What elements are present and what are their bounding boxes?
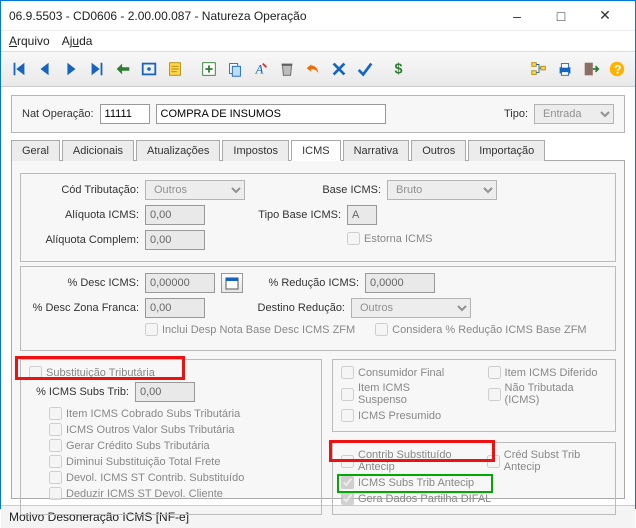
subs-item-checkbox bbox=[49, 423, 62, 436]
natop-code-input[interactable] bbox=[100, 104, 150, 124]
calendar-icon[interactable] bbox=[221, 273, 243, 293]
destred-select: Outros bbox=[351, 298, 471, 318]
presumido-checkbox bbox=[341, 409, 354, 422]
cancel-icon[interactable] bbox=[327, 57, 351, 81]
pctzf-input bbox=[145, 298, 205, 318]
baseicms-select: Bruto bbox=[387, 180, 497, 200]
help-icon[interactable]: ? bbox=[605, 57, 629, 81]
subs-item-checkbox bbox=[49, 439, 62, 452]
tab-icms[interactable]: ICMS bbox=[291, 140, 341, 161]
aliqcompl-input bbox=[145, 230, 205, 250]
tab-impostos[interactable]: Impostos bbox=[222, 140, 289, 161]
pctsubs-input bbox=[135, 382, 195, 402]
subsantecip-checkbox bbox=[341, 476, 354, 489]
menu-arquivo[interactable]: AArquivorquivo bbox=[9, 34, 50, 48]
estorna-checkbox bbox=[347, 232, 360, 245]
tab-adicionais[interactable]: Adicionais bbox=[62, 140, 134, 161]
credsubst-checkbox bbox=[487, 455, 500, 468]
close-button[interactable]: ✕ bbox=[583, 2, 627, 30]
first-icon[interactable] bbox=[7, 57, 31, 81]
aliqicms-label: Alíquota ICMS: bbox=[29, 209, 139, 221]
baseicms-label: Base ICMS: bbox=[281, 184, 381, 196]
tipo-label: Tipo: bbox=[504, 108, 528, 120]
subs-item-label: Deduzir ICMS ST Devol. Cliente bbox=[66, 488, 223, 500]
tipobase-label: Tipo Base ICMS: bbox=[241, 209, 341, 221]
tab-narrativa[interactable]: Narrativa bbox=[343, 140, 410, 161]
exit-icon[interactable] bbox=[579, 57, 603, 81]
aliqicms-input bbox=[145, 205, 205, 225]
delete-icon[interactable] bbox=[275, 57, 299, 81]
codtrib-label: Cód Tributação: bbox=[29, 184, 139, 196]
subs-item-checkbox bbox=[49, 407, 62, 420]
considerapct-checkbox bbox=[375, 323, 388, 336]
subs-item-label: Diminui Substituição Total Frete bbox=[66, 456, 220, 468]
estorna-label: Estorna ICMS bbox=[364, 233, 432, 245]
tab-body-icms: Cód Tributação: Outros Base ICMS: Bruto … bbox=[11, 161, 625, 499]
svg-text:?: ? bbox=[614, 64, 621, 77]
tab-importacao[interactable]: Importação bbox=[468, 140, 545, 161]
consfinal-checkbox bbox=[341, 366, 354, 379]
subs-item-label: Devol. ICMS ST Contrib. Substituído bbox=[66, 472, 244, 484]
confirm-icon[interactable] bbox=[353, 57, 377, 81]
search-icon[interactable] bbox=[137, 57, 161, 81]
money-icon[interactable]: $ bbox=[387, 57, 411, 81]
print-icon[interactable] bbox=[553, 57, 577, 81]
svg-text:$: $ bbox=[395, 62, 403, 78]
destred-label: Destino Redução: bbox=[245, 302, 345, 314]
maximize-button[interactable]: □ bbox=[539, 2, 583, 30]
subs-item-label: Gerar Crédito Subs Tributária bbox=[66, 440, 210, 452]
undo-icon[interactable] bbox=[301, 57, 325, 81]
next-icon[interactable] bbox=[59, 57, 83, 81]
pctred-label: % Redução ICMS: bbox=[259, 277, 359, 289]
codtrib-select: Outros bbox=[145, 180, 245, 200]
tree-icon[interactable] bbox=[527, 57, 551, 81]
copy-icon[interactable] bbox=[223, 57, 247, 81]
natop-label: Nat Operação: bbox=[22, 108, 94, 120]
last-icon[interactable] bbox=[85, 57, 109, 81]
natop-desc-input[interactable] bbox=[156, 104, 386, 124]
svg-text:A: A bbox=[255, 63, 264, 77]
naotrib-checkbox bbox=[488, 388, 501, 401]
contribsubst-checkbox bbox=[341, 455, 354, 468]
subs-item-label: ICMS Outros Valor Subs Tributária bbox=[66, 424, 235, 436]
window-title: 06.9.5503 - CD0606 - 2.00.00.087 - Natur… bbox=[9, 9, 495, 23]
tab-atualizacoes[interactable]: Atualizações bbox=[136, 140, 220, 161]
subs-item-checkbox bbox=[49, 471, 62, 484]
geradifal-checkbox bbox=[341, 492, 354, 505]
tab-outros[interactable]: Outros bbox=[411, 140, 466, 161]
tipo-select: Entrada bbox=[534, 104, 614, 124]
incluidesp-checkbox bbox=[145, 323, 158, 336]
substrib-title: Substituição Tributária bbox=[46, 367, 155, 379]
add-icon[interactable] bbox=[197, 57, 221, 81]
incluidesp-label: Inclui Desp Nota Base Desc ICMS ZFM bbox=[162, 324, 355, 336]
subs-item-checkbox bbox=[49, 487, 62, 500]
prev-icon[interactable] bbox=[33, 57, 57, 81]
tipobase-input bbox=[347, 205, 377, 225]
pctdesc-label: % Desc ICMS: bbox=[29, 277, 139, 289]
pctred-input bbox=[365, 273, 435, 293]
subs-item-label: Item ICMS Cobrado Subs Tributária bbox=[66, 408, 240, 420]
notes-icon[interactable] bbox=[163, 57, 187, 81]
diferido-checkbox bbox=[488, 366, 501, 379]
header-box: Nat Operação: Tipo: Entrada bbox=[11, 95, 625, 133]
aliqcompl-label: Alíquota Complem: bbox=[29, 234, 139, 246]
minimize-button[interactable]: – bbox=[495, 2, 539, 30]
menu-ajuda[interactable]: AjudaAjuda bbox=[62, 34, 93, 48]
suspenso-checkbox bbox=[341, 388, 354, 401]
considerapct-label: Considera % Redução ICMS Base ZFM bbox=[392, 324, 586, 336]
goto-icon[interactable] bbox=[111, 57, 135, 81]
edit-icon[interactable]: A bbox=[249, 57, 273, 81]
tab-geral[interactable]: Geral bbox=[11, 140, 60, 161]
pctsubs-label: % ICMS Subs Trib: bbox=[29, 386, 129, 398]
pctzf-label: % Desc Zona Franca: bbox=[29, 302, 139, 314]
pctdesc-input bbox=[145, 273, 215, 293]
subs-item-checkbox bbox=[49, 455, 62, 468]
substrib-checkbox bbox=[29, 366, 42, 379]
